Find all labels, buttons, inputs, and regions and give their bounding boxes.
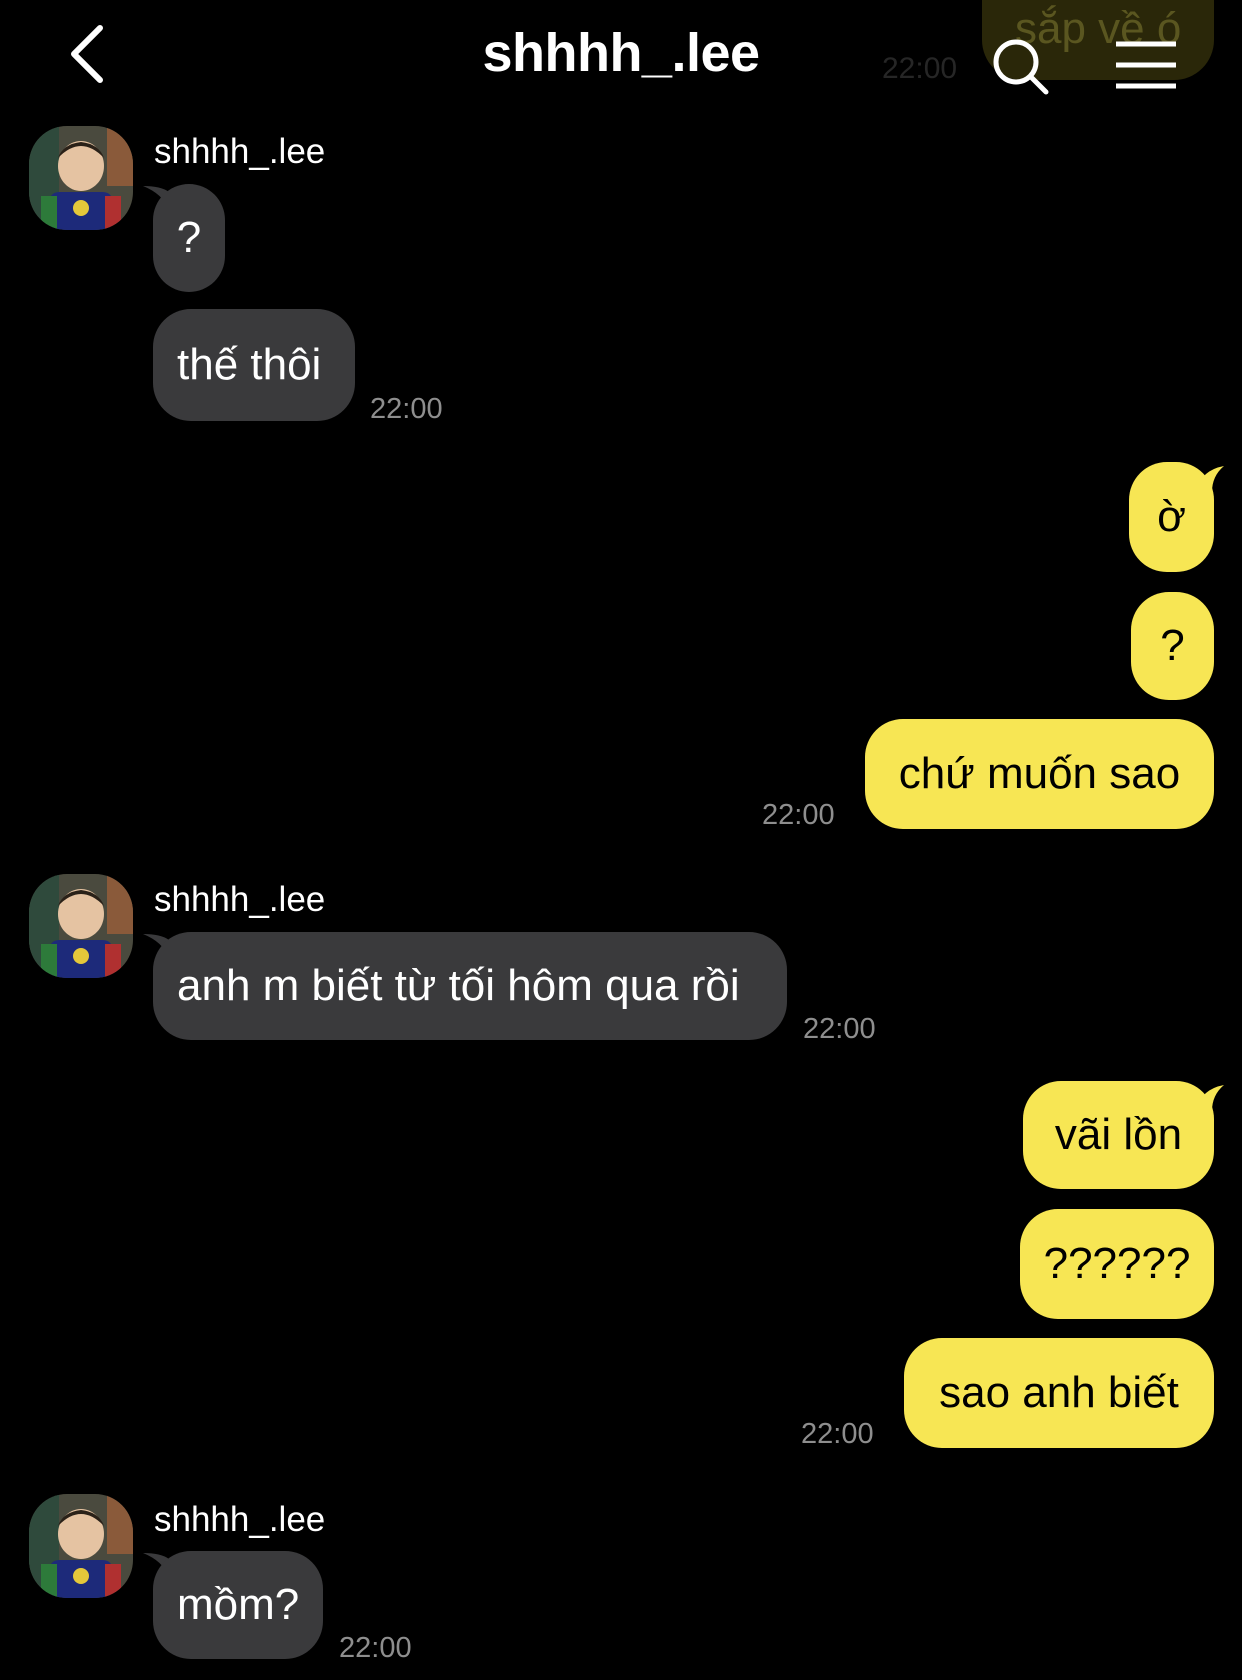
chat-header: sắp về ó 22:00 shhhh_.lee xyxy=(0,0,1242,110)
chat-title: shhhh_.lee xyxy=(482,23,760,83)
message-bubble[interactable]: ờ xyxy=(1129,462,1214,572)
message-time: 22:00 xyxy=(339,1632,412,1664)
message-bubble[interactable]: ? xyxy=(153,184,225,292)
avatar[interactable] xyxy=(29,874,133,978)
menu-icon[interactable] xyxy=(1114,40,1178,90)
search-icon[interactable] xyxy=(990,36,1054,100)
message-bubble[interactable]: chứ muốn sao xyxy=(865,719,1214,829)
message-bubble[interactable]: vãi lồn xyxy=(1023,1081,1214,1189)
message-time: 22:00 xyxy=(803,1013,876,1045)
sender-name: shhhh_.lee xyxy=(154,1500,326,1539)
message-bubble[interactable]: ?????? xyxy=(1020,1209,1214,1319)
sender-name: shhhh_.lee xyxy=(154,880,326,919)
sender-name: shhhh_.lee xyxy=(154,132,326,171)
avatar[interactable] xyxy=(29,126,133,230)
message-time: 22:00 xyxy=(762,799,835,831)
message-time: 22:00 xyxy=(370,393,443,425)
avatar[interactable] xyxy=(29,1494,133,1598)
message-bubble[interactable]: ? xyxy=(1131,592,1214,700)
message-bubble[interactable]: thế thôi xyxy=(153,309,355,421)
message-bubble[interactable]: sao anh biết xyxy=(904,1338,1214,1448)
message-bubble[interactable]: mồm? xyxy=(153,1551,323,1659)
message-time: 22:00 xyxy=(801,1418,874,1450)
message-bubble[interactable]: anh m biết từ tối hôm qua rồi xyxy=(153,932,787,1040)
